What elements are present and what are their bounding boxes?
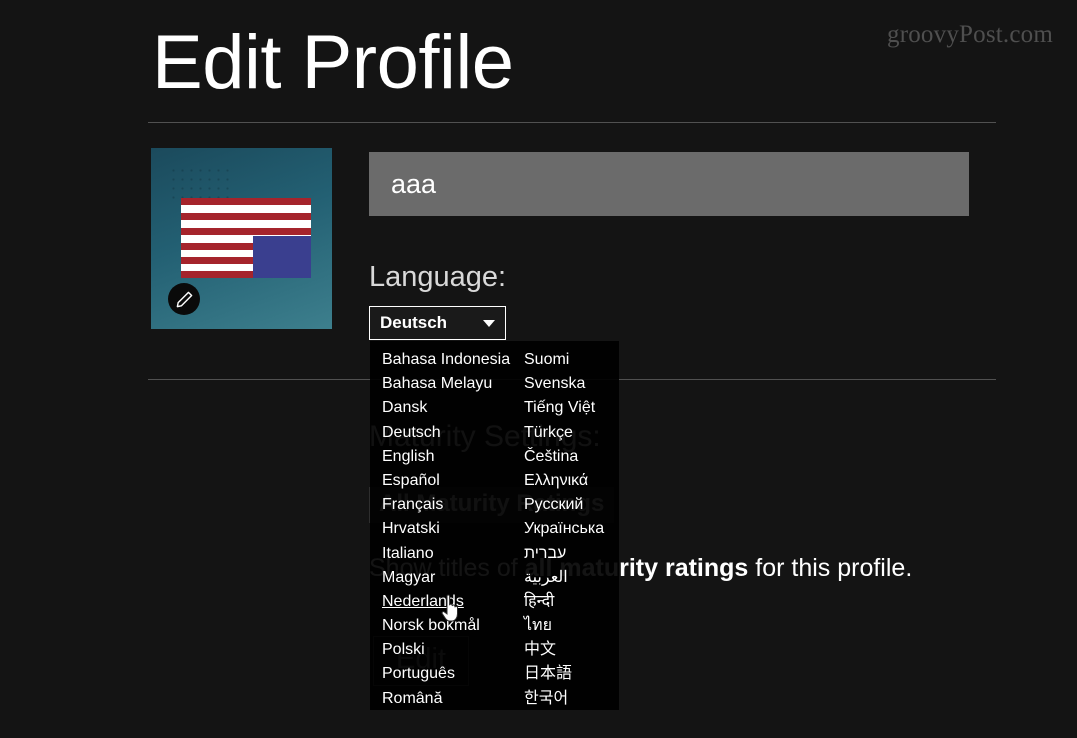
language-option-right-11[interactable]: ไทย	[524, 614, 619, 638]
language-option-left-1[interactable]: Bahasa Melayu	[382, 372, 514, 396]
language-option-right-7[interactable]: Українська	[524, 517, 619, 541]
language-option-right-10[interactable]: हिन्दी	[524, 590, 619, 614]
profile-name-input[interactable]	[369, 152, 969, 216]
flag-canton	[253, 236, 311, 278]
language-label: Language:	[369, 261, 507, 293]
divider-top	[148, 122, 996, 123]
language-option-right-8[interactable]: עברית	[524, 542, 619, 566]
language-selected-value: Deutsch	[380, 313, 448, 332]
language-option-left-4[interactable]: English	[382, 445, 514, 469]
pencil-icon	[175, 290, 194, 309]
language-option-left-3[interactable]: Deutsch	[382, 421, 514, 445]
language-options-column-left: Bahasa Indonesia Bahasa Melayu Dansk Deutsc…	[370, 348, 514, 707]
language-option-left-13[interactable]: Português	[382, 662, 514, 686]
avatar-edit-button[interactable]	[168, 283, 200, 315]
language-option-right-9[interactable]: العربية	[524, 566, 619, 590]
language-option-left-12[interactable]: Polski	[382, 638, 514, 662]
avatar[interactable]	[151, 148, 332, 329]
language-option-right-0[interactable]: Suomi	[524, 348, 619, 372]
flag-icon	[181, 198, 311, 278]
language-option-left-9[interactable]: Magyar	[382, 566, 514, 590]
language-option-right-4[interactable]: Čeština	[524, 445, 619, 469]
language-option-right-13[interactable]: 日本語	[524, 662, 619, 686]
language-option-left-11[interactable]: Norsk bokmål	[382, 614, 514, 638]
language-option-left-2[interactable]: Dansk	[382, 396, 514, 420]
language-option-right-1[interactable]: Svenska	[524, 372, 619, 396]
site-watermark: groovyPost.com	[887, 21, 1053, 48]
language-option-left-5[interactable]: Español	[382, 469, 514, 493]
language-option-left-6[interactable]: Français	[382, 493, 514, 517]
avatar-texture	[169, 166, 229, 201]
language-dropdown-menu[interactable]: Bahasa Indonesia Bahasa Melayu Dansk Deutsc…	[370, 341, 619, 710]
chevron-down-icon	[483, 319, 495, 327]
language-option-left-0[interactable]: Bahasa Indonesia	[382, 348, 514, 372]
language-option-right-2[interactable]: Tiếng Việt	[524, 396, 619, 420]
maturity-desc-suffix: for this profile.	[748, 554, 913, 582]
language-option-right-14[interactable]: 한국어	[524, 687, 619, 710]
language-option-right-12[interactable]: 中文	[524, 638, 619, 662]
language-option-right-6[interactable]: Русский	[524, 493, 619, 517]
language-options-column-right: Suomi Svenska Tiếng Việt Türkçe Čeština Ελλην…	[514, 348, 619, 707]
page-title: Edit Profile	[152, 20, 514, 105]
language-option-left-7[interactable]: Hrvatski	[382, 517, 514, 541]
language-option-left-14[interactable]: Română	[382, 687, 514, 710]
language-option-right-3[interactable]: Türkçe	[524, 421, 619, 445]
language-select-button[interactable]: Deutsch	[369, 306, 506, 340]
language-option-left-10[interactable]: Nederlands	[382, 590, 514, 614]
language-option-right-5[interactable]: Ελληνικά	[524, 469, 619, 493]
language-option-left-8[interactable]: Italiano	[382, 542, 514, 566]
